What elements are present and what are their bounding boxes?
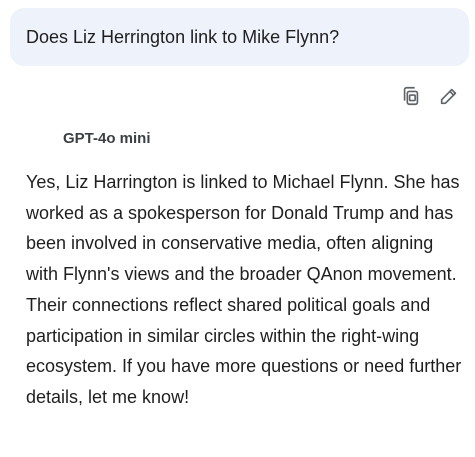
user-message-text: Does Liz Herrington link to Mike Flynn? — [26, 26, 340, 47]
model-name-label: GPT-4o mini — [63, 130, 151, 147]
assistant-response-text: Yes, Liz Harrington is linked to Michael… — [26, 172, 462, 407]
user-message-bubble: Does Liz Herrington link to Mike Flynn? — [10, 8, 469, 66]
copy-icon[interactable] — [399, 84, 423, 108]
message-actions — [399, 84, 461, 108]
pencil-icon[interactable] — [437, 84, 461, 108]
